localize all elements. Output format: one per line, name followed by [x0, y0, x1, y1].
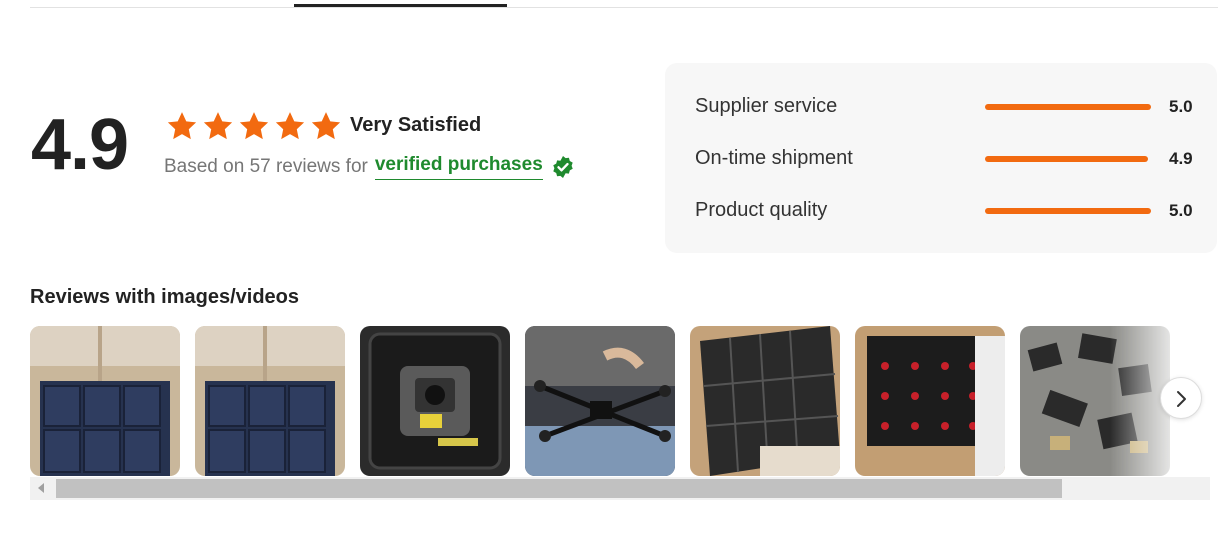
review-photo-gimbal-in-case[interactable] — [360, 326, 510, 476]
metric-value-on-time-shipment: 4.9 — [1169, 149, 1193, 168]
rating-breakdown-panel: Supplier service 5.0 On-time shipment 4.… — [665, 63, 1217, 253]
review-count-text: Based on 57 reviews for — [164, 156, 368, 177]
review-photo-box-of-black-packages[interactable] — [690, 326, 840, 476]
metric-label-supplier-service: Supplier service — [695, 95, 838, 117]
carousel-next-button[interactable] — [1160, 377, 1202, 419]
review-photo-drone-frame[interactable] — [525, 326, 675, 476]
verified-badge-icon — [553, 156, 573, 178]
metric-bar-supplier-service — [985, 104, 1151, 110]
review-image-strip — [30, 326, 1170, 476]
rating-sentiment: Very Satisfied — [350, 114, 482, 136]
horizontal-scrollbar[interactable] — [30, 477, 1210, 500]
scrollbar-thumb[interactable] — [56, 479, 1062, 498]
star-icon — [203, 112, 233, 140]
verified-purchases-link[interactable]: verified purchases — [374, 154, 543, 180]
metric-value-product-quality: 5.0 — [1169, 201, 1193, 220]
scroll-left-arrow-icon[interactable] — [38, 483, 44, 493]
metric-bar-product-quality — [985, 208, 1151, 214]
review-photo-packed-boxes[interactable] — [30, 326, 180, 476]
review-photo-packed-boxes[interactable] — [195, 326, 345, 476]
review-photo-box-of-labeled-packages[interactable] — [855, 326, 1005, 476]
tab-active-indicator — [294, 4, 507, 7]
chevron-right-icon — [1177, 391, 1186, 407]
star-icon — [275, 112, 305, 140]
star-icon — [311, 112, 341, 140]
reviews-media-title: Reviews with images/videos — [30, 286, 299, 308]
metric-label-on-time-shipment: On-time shipment — [695, 147, 853, 169]
rating-stars — [166, 110, 342, 142]
metric-label-product-quality: Product quality — [695, 199, 828, 221]
metric-value-supplier-service: 5.0 — [1169, 97, 1193, 116]
tab-underline-track — [30, 7, 1218, 8]
star-icon — [167, 112, 197, 140]
metric-bar-on-time-shipment — [985, 156, 1148, 162]
star-icon — [239, 112, 269, 140]
review-count-line: Based on 57 reviews for verified purchas… — [164, 154, 575, 180]
overall-rating: 4.9 — [31, 105, 129, 185]
